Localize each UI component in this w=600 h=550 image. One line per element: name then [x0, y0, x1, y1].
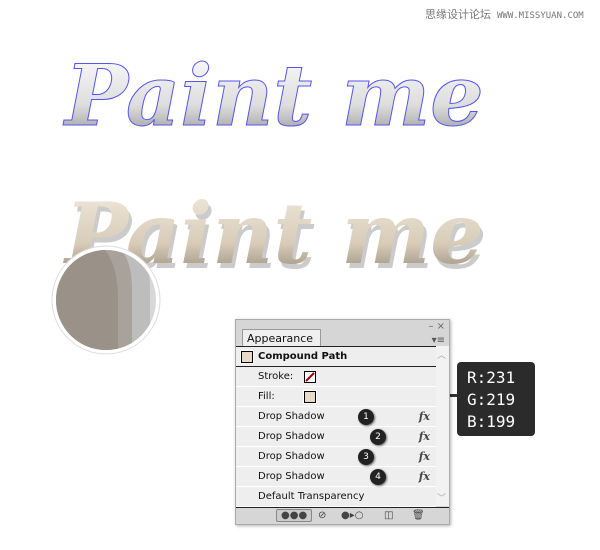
effect-label: Drop Shadow [258, 451, 325, 462]
delete-icon[interactable]: 🗑 [412, 510, 425, 521]
tab-appearance[interactable]: Appearance × [242, 329, 321, 362]
fx-icon[interactable]: fx [419, 427, 430, 447]
green-value: G:219 [467, 390, 516, 409]
effect-row[interactable]: Drop Shadow 1 fx [236, 407, 436, 427]
window-controls[interactable]: – × [428, 321, 445, 332]
effect-row[interactable]: Drop Shadow 4 fx [236, 467, 436, 487]
badge: 1 [358, 409, 374, 425]
effect-row[interactable]: Drop Shadow 2 fx [236, 427, 436, 447]
badge: 2 [370, 429, 386, 445]
scrollbar[interactable]: ︿ ﹀ [436, 346, 449, 506]
fx-icon[interactable]: fx [419, 407, 430, 427]
badge: 3 [358, 449, 374, 465]
fx-icon[interactable]: fx [419, 467, 430, 487]
red-value: R:231 [467, 368, 516, 387]
stroke-row[interactable]: Stroke: [236, 367, 436, 387]
blue-value: B:199 [467, 412, 516, 431]
appearance-list: Compound Path Stroke: Fill: Drop Shadow 1… [236, 346, 436, 507]
paint-me-outline: Paint me [63, 46, 484, 145]
fill-swatch[interactable] [303, 390, 317, 404]
fill-label: Fill: [258, 391, 275, 402]
effect-row[interactable]: Drop Shadow 3 fx [236, 447, 436, 467]
panel-menu-icon[interactable]: ▾≡ [432, 335, 445, 346]
scroll-up-icon[interactable]: ︿ [437, 348, 446, 361]
reduce-to-basic-icon[interactable]: ●▸○ [341, 510, 363, 521]
effect-label: Drop Shadow [258, 471, 325, 482]
stroke-none-swatch[interactable] [304, 371, 316, 383]
panel-footer: ●●● ⊘ ●▸○ ◫ 🗑 [236, 507, 449, 525]
stroke-label: Stroke: [258, 371, 294, 382]
thumbnail-swatch [240, 350, 254, 364]
appearance-panel: – × Appearance × ▾≡ Compound Path Stroke… [235, 319, 450, 525]
compound-path-row[interactable]: Compound Path [236, 347, 436, 367]
effect-label: Drop Shadow [258, 431, 325, 442]
tab-label: Appearance [247, 332, 314, 345]
transparency-row[interactable]: Default Transparency [236, 487, 436, 507]
fx-icon[interactable]: fx [419, 447, 430, 467]
clear-appearance-icon[interactable]: ⊘ [318, 510, 326, 521]
scroll-down-icon[interactable]: ﹀ [437, 491, 446, 504]
show-thumbnail-button[interactable]: ●●● [276, 509, 313, 522]
fill-row[interactable]: Fill: [236, 387, 436, 407]
badge: 4 [370, 469, 386, 485]
effect-label: Drop Shadow [258, 411, 325, 422]
transparency-label: Default Transparency [258, 491, 365, 502]
title: Compound Path [258, 351, 348, 362]
duplicate-item-icon[interactable]: ◫ [384, 510, 393, 521]
rgb-tooltip: R:231 G:219 B:199 [457, 362, 535, 436]
